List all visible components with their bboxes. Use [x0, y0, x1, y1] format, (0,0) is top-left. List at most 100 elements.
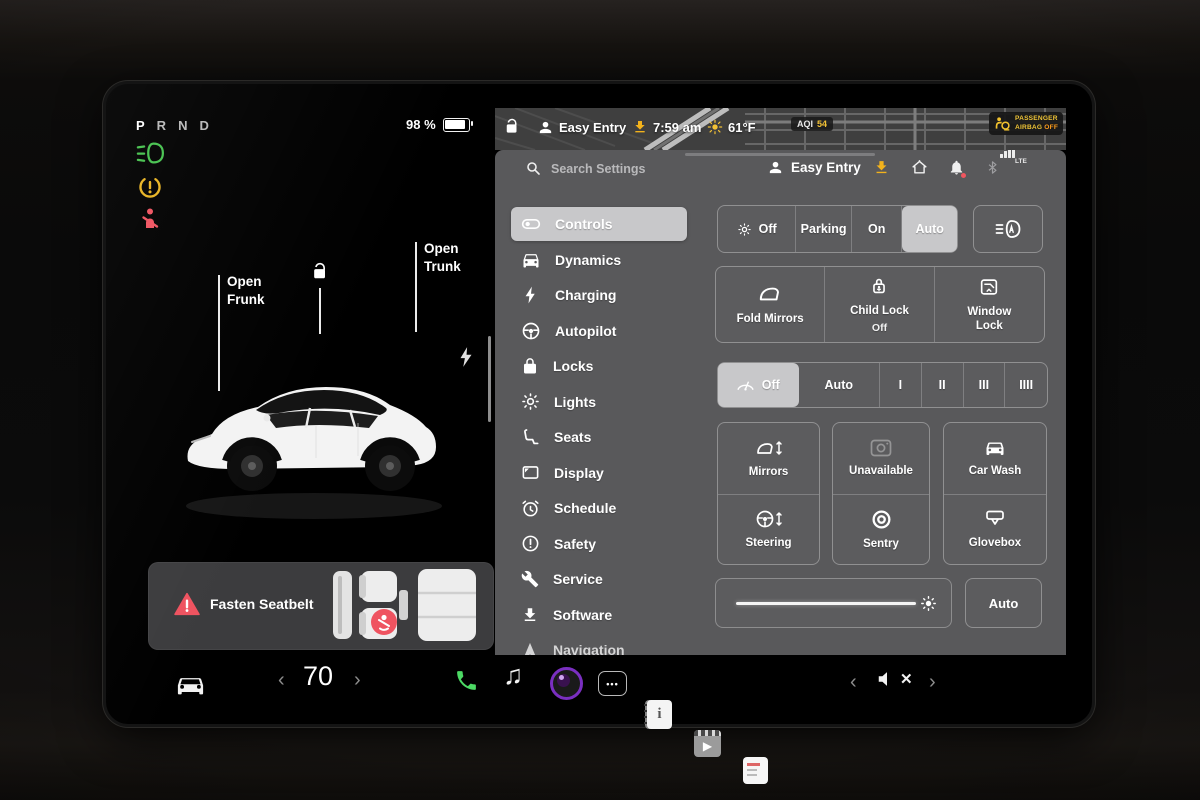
wiper-icon	[736, 377, 755, 393]
notification-dot	[961, 173, 966, 178]
software-download-icon	[521, 606, 539, 624]
wipers-speed3-segment[interactable]: III	[964, 363, 1006, 407]
sidebar-item-dynamics[interactable]: Dynamics	[511, 243, 687, 277]
car-icon	[521, 250, 541, 270]
temp-increase-chevron[interactable]: ›	[354, 670, 361, 690]
airbag-state: OFF	[1044, 124, 1058, 131]
gear-d: D	[199, 118, 209, 133]
wipers-off-segment[interactable]: Off	[718, 363, 799, 407]
child-lock-button[interactable]: Child Lock Off	[825, 267, 934, 342]
headlights-off-segment[interactable]: Off	[718, 206, 796, 252]
settings-scrollbar[interactable]	[488, 336, 491, 422]
sidebar-item-controls[interactable]: Controls	[511, 207, 687, 241]
vehicle-render	[164, 330, 464, 525]
open-frunk-button[interactable]: Open Frunk	[227, 273, 265, 309]
airbag-line2: AIRBAG	[1015, 124, 1042, 131]
more-apps-button[interactable]: •••	[598, 671, 627, 696]
mute-speaker-icon[interactable]: ✕	[876, 668, 913, 690]
window-lock-icon	[978, 276, 1000, 298]
tire-pressure-icon	[137, 174, 163, 200]
wipers-auto-segment[interactable]: Auto	[799, 363, 881, 407]
display-icon	[521, 463, 540, 482]
camera-app-icon[interactable]	[550, 667, 583, 700]
search-input[interactable]	[549, 157, 713, 181]
headlights-on-segment[interactable]: On	[852, 206, 903, 252]
warning-triangle-icon	[174, 592, 200, 616]
sentry-button[interactable]: Sentry	[833, 494, 929, 565]
bluetooth-icon[interactable]	[985, 159, 1000, 176]
sidebar-item-lights[interactable]: Lights	[511, 385, 687, 419]
settings-panel: Easy Entry LTE	[495, 150, 1066, 655]
volume-up-chevron[interactable]: ›	[929, 672, 936, 692]
sidebar-item-seats[interactable]: Seats	[511, 420, 687, 454]
sidebar-item-navigation[interactable]: Navigation	[511, 633, 687, 655]
wipers-speed2-segment[interactable]: II	[922, 363, 964, 407]
brightness-sun-icon	[919, 594, 938, 613]
dashcam-button: Unavailable	[833, 423, 929, 494]
grid-card-left: Mirrors Steering	[717, 422, 820, 565]
car-wash-button[interactable]: Car Wash	[944, 423, 1046, 494]
profile-icon[interactable]	[537, 119, 554, 136]
fold-mirrors-button[interactable]: Fold Mirrors	[716, 267, 825, 342]
map-unlock-icon[interactable]	[503, 118, 521, 136]
vehicle-icon[interactable]	[175, 671, 206, 695]
glovebox-button[interactable]: Glovebox	[944, 494, 1046, 565]
unlock-icon[interactable]	[310, 262, 330, 282]
sidebar-item-service[interactable]: Service	[511, 562, 687, 596]
brightness-slider[interactable]	[715, 578, 952, 628]
steering-button[interactable]: Steering	[718, 494, 819, 565]
calendar-app-icon[interactable]	[743, 757, 768, 784]
sidebar-item-locks[interactable]: Locks	[511, 349, 687, 383]
sidebar-item-schedule[interactable]: Schedule	[511, 491, 687, 525]
notes-app-icon[interactable]: i	[647, 700, 672, 729]
mute-x: ✕	[900, 672, 913, 687]
headlights-parking-segment[interactable]: Parking	[796, 206, 852, 252]
wipers-speed1-segment[interactable]: I	[880, 363, 922, 407]
camera-icon	[869, 438, 893, 458]
status-download-icon[interactable]	[632, 119, 648, 135]
settings-profile-label[interactable]: Easy Entry	[791, 160, 861, 175]
window-lock-button[interactable]: Window Lock	[935, 267, 1044, 342]
seatbelt-icon	[138, 206, 162, 232]
car-wash-icon	[983, 438, 1007, 458]
sidebar-item-display[interactable]: Display	[511, 456, 687, 490]
drag-handle[interactable]	[685, 153, 875, 156]
auto-brightness-button[interactable]: Auto	[965, 578, 1042, 628]
temp-decrease-chevron[interactable]: ‹	[278, 670, 285, 690]
gear-n: N	[178, 118, 188, 133]
sidebar-item-software[interactable]: Software	[511, 598, 687, 632]
gear-indicator: P R N D	[136, 118, 210, 133]
notifications-bell[interactable]	[948, 159, 965, 176]
status-profile-label[interactable]: Easy Entry	[559, 120, 626, 135]
sidebar-item-autopilot[interactable]: Autopilot	[511, 314, 687, 348]
homelink-icon[interactable]	[911, 159, 928, 176]
glovebox-icon	[983, 508, 1007, 530]
lock-icon	[521, 357, 539, 375]
mirrors-adjust-icon	[755, 437, 783, 459]
sidebar-item-charging[interactable]: Charging	[511, 278, 687, 312]
steering-adjust-icon	[755, 508, 783, 530]
music-app-icon[interactable]: ♫	[503, 662, 523, 689]
headlights-auto-segment[interactable]: Auto	[902, 206, 957, 252]
sentry-icon	[870, 508, 893, 531]
aqi-badge: AQI 54	[791, 117, 833, 131]
charge-port-bolt-icon[interactable]	[458, 346, 474, 368]
cabin-temperature[interactable]: 70	[303, 661, 333, 692]
headlight-off-sun-icon	[737, 222, 752, 237]
settings-profile-icon[interactable]	[767, 159, 784, 176]
brightness-track[interactable]	[736, 602, 916, 605]
gear-r: R	[157, 118, 167, 133]
airbag-line1: PASSENGER	[1015, 115, 1058, 123]
auto-high-beam-button[interactable]	[973, 205, 1043, 253]
grid-card-right: Car Wash Glovebox	[943, 422, 1047, 565]
fold-mirrors-icon	[757, 283, 783, 305]
software-update-icon[interactable]	[873, 159, 890, 176]
phone-icon[interactable]	[454, 668, 479, 693]
theater-app-icon[interactable]: ▶	[694, 730, 721, 757]
open-trunk-button[interactable]: Open Trunk	[424, 240, 461, 276]
wipers-speed4-segment[interactable]: IIII	[1005, 363, 1047, 407]
volume-down-chevron[interactable]: ‹	[850, 672, 857, 692]
mirrors-button[interactable]: Mirrors	[718, 423, 819, 494]
safety-alert-icon	[521, 534, 540, 553]
sidebar-item-safety[interactable]: Safety	[511, 527, 687, 561]
